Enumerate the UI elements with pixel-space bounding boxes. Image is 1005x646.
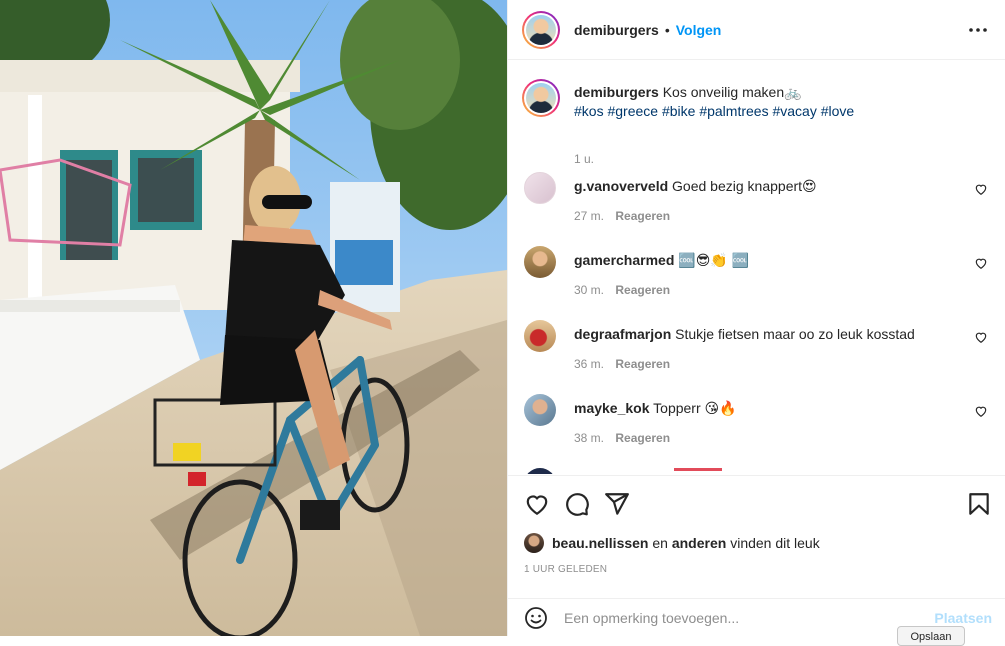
bookmark-icon[interactable] — [966, 491, 992, 517]
comment-item: g.vanoverveld Goed bezig knappert😍 27 m.… — [522, 172, 992, 242]
hashtag-link[interactable]: #love — [821, 103, 854, 119]
post-timestamp[interactable]: 1 uur geleden — [524, 564, 607, 575]
photo-woman-on-bicycle — [0, 0, 507, 636]
save-tooltip: Opslaan — [897, 626, 965, 646]
commenter-avatar[interactable] — [524, 320, 556, 352]
comment-time: 38 m. — [574, 431, 605, 445]
reply-button[interactable]: Reageren — [615, 209, 670, 223]
comment-username[interactable]: degraafmarjon — [574, 326, 671, 342]
commenter-avatar[interactable] — [524, 172, 556, 204]
comment-like-heart-icon[interactable] — [974, 182, 988, 196]
comment-like-heart-icon[interactable] — [974, 256, 988, 270]
comment-item: mayke_kok Topperr 😘🔥 38 m. Reageren — [522, 394, 992, 464]
comment-text: Goed bezig knappert😍 — [672, 178, 817, 194]
comment-username[interactable]: mayke_kok — [574, 400, 650, 416]
author-avatar[interactable] — [522, 10, 560, 49]
comment-username[interactable]: gamercharmed — [574, 252, 674, 268]
comment-time: 27 m. — [574, 209, 605, 223]
hashtag-link[interactable]: #kos — [574, 103, 604, 119]
reply-button[interactable]: Reageren — [615, 283, 670, 297]
share-icon[interactable] — [604, 491, 630, 517]
heart-icon[interactable] — [524, 491, 550, 517]
reply-button[interactable]: Reageren — [615, 357, 670, 371]
comments-list[interactable]: demiburgers Kos onveilig maken🚲 #kos #gr… — [508, 61, 1005, 474]
partially-visible-comment — [522, 466, 992, 474]
post-side-panel: demiburgers • Volgen demiburgers Kos onv… — [507, 0, 1005, 646]
likes-suffix: vinden dit leuk — [730, 535, 820, 551]
author-username[interactable]: demiburgers — [574, 22, 659, 38]
follow-button[interactable]: Volgen — [676, 22, 722, 38]
likes-others-link[interactable]: anderen — [672, 535, 726, 551]
comment-like-heart-icon[interactable] — [974, 330, 988, 344]
comment-text: Stukje fietsen maar oo zo leuk kosstad — [675, 326, 915, 342]
hashtag-link[interactable]: #greece — [607, 103, 658, 119]
hashtag-link[interactable]: #palmtrees — [699, 103, 768, 119]
hashtag-link[interactable]: #bike — [662, 103, 695, 119]
caption-username[interactable]: demiburgers — [574, 84, 659, 100]
commenter-avatar[interactable] — [524, 394, 556, 426]
likes-summary: beau.nellissen en anderen vinden dit leu… — [524, 531, 820, 555]
caption-avatar[interactable] — [522, 79, 560, 117]
comment-icon[interactable] — [564, 491, 590, 517]
post-header: demiburgers • Volgen — [508, 0, 1005, 60]
comment-item: degraafmarjon Stukje fietsen maar oo zo … — [522, 320, 992, 390]
comment-time: 30 m. — [574, 283, 605, 297]
hashtag-link[interactable]: #vacay — [772, 103, 816, 119]
instagram-post-modal: demiburgers • Volgen demiburgers Kos onv… — [0, 0, 1005, 646]
commenter-avatar[interactable] — [524, 246, 556, 278]
reply-button[interactable]: Reageren — [615, 431, 670, 445]
post-photo[interactable] — [0, 0, 507, 636]
comment-item: gamercharmed 🆒😎👏 🆒 30 m. Reageren — [522, 246, 992, 316]
emoji-icon[interactable] — [524, 606, 548, 630]
comment-username[interactable]: g.vanoverveld — [574, 178, 668, 194]
comment-text: 🆒😎👏 🆒 — [678, 252, 750, 268]
comment-input[interactable] — [564, 607, 914, 629]
likes-connector: en — [652, 535, 668, 551]
caption-time: 1 u. — [574, 152, 595, 166]
comment-text: Topperr 😘🔥 — [653, 400, 737, 416]
comment-time: 36 m. — [574, 357, 605, 371]
more-options-icon[interactable] — [968, 20, 988, 40]
caption-text: Kos onveilig maken🚲 — [662, 84, 802, 100]
liker-username[interactable]: beau.nellissen — [552, 535, 648, 551]
liker-avatar[interactable] — [524, 533, 544, 553]
comment-like-heart-icon[interactable] — [974, 404, 988, 418]
post-comment-button[interactable]: Plaatsen — [934, 610, 992, 626]
header-separator: • — [664, 21, 670, 38]
action-bar — [508, 475, 1005, 530]
